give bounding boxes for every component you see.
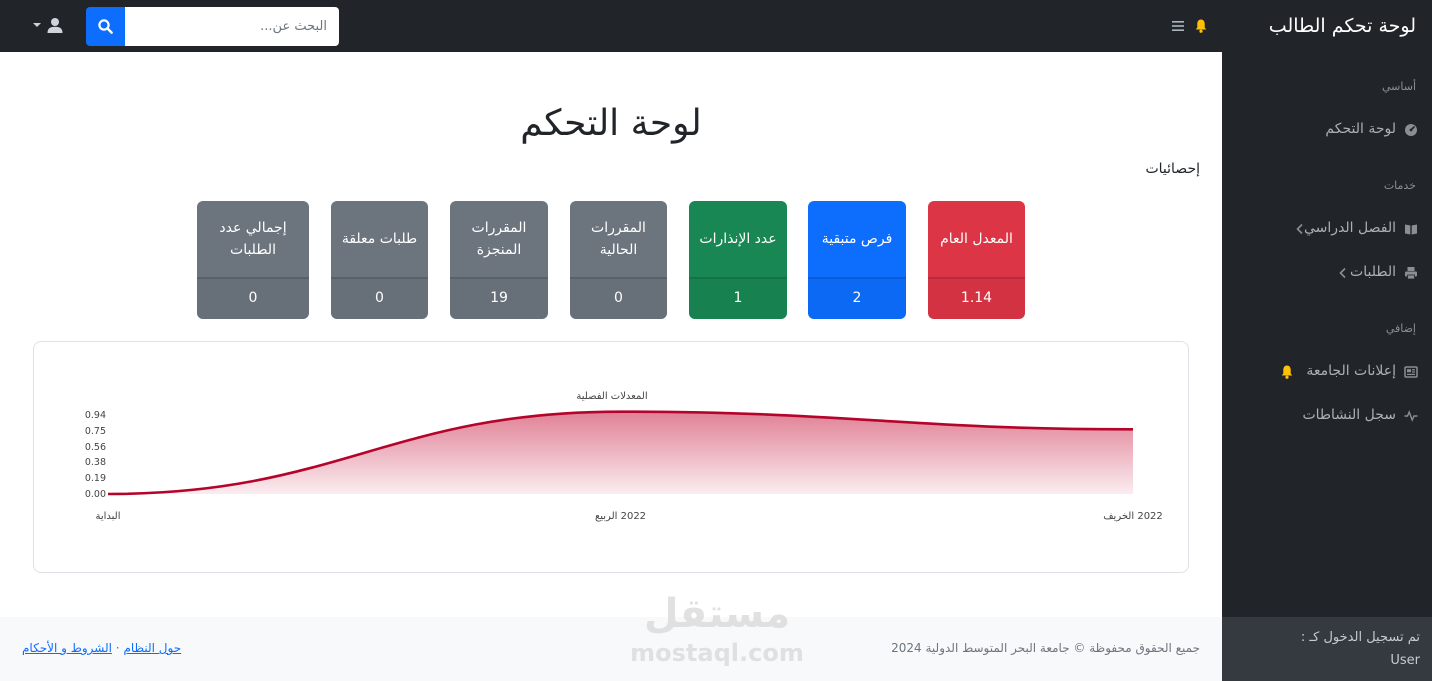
x-tick-label: البداية [95, 511, 120, 522]
search-input[interactable] [125, 7, 339, 46]
search-button[interactable] [86, 7, 125, 46]
chart-area-fill [108, 411, 1133, 494]
sidebar-item-requests[interactable]: الطلبات [1222, 255, 1432, 291]
sidebar-heading-core: أساسي [1381, 80, 1416, 93]
sidebar-item-label: الفصل الدراسي [1304, 220, 1396, 236]
sidebar-item-semester[interactable]: الفصل الدراسي [1222, 211, 1432, 247]
watermark-domain: mostaql.com [630, 639, 804, 667]
stat-card-value: 0 [197, 277, 309, 319]
user-icon [47, 18, 63, 33]
stat-card-title: طلبات معلقة [341, 231, 418, 247]
y-tick-label: 0.56 [85, 442, 106, 453]
page-title: لوحة التحكم [520, 103, 702, 144]
chevron-left-icon [1339, 267, 1346, 279]
stat-card-total-requests[interactable]: إجمالي عدد الطلبات 0 [197, 201, 309, 319]
stat-card-value: 1.14 [928, 277, 1025, 319]
y-tick-label: 0.19 [85, 473, 106, 484]
gpa-chart-card: المعدلات الفصلية 0.94 0.75 0.56 0.38 0.19 0.0… [33, 341, 1189, 573]
stat-card-gpa[interactable]: المعدل العام 1.14 [928, 201, 1025, 319]
stat-card-completed-courses[interactable]: المقررات المنجزة 19 [450, 201, 548, 319]
chevron-left-icon [1296, 223, 1303, 235]
sidebar: أساسي لوحة التحكم خدمات الفصل الدراسي ال… [1222, 52, 1432, 681]
activity-icon [1404, 410, 1418, 422]
stat-card-value: 2 [808, 277, 906, 319]
stat-card-pending-requests[interactable]: طلبات معلقة 0 [331, 201, 428, 319]
stat-card-value: 1 [689, 277, 787, 319]
book-icon [1405, 224, 1417, 235]
watermark-brand: مستقل [644, 591, 790, 637]
printer-icon [1405, 267, 1417, 280]
stat-card-value: 19 [450, 277, 548, 319]
about-system-link[interactable]: حول النظام [123, 641, 181, 655]
stat-card-title: المقررات المنجزة [471, 220, 527, 258]
search-icon [98, 19, 113, 34]
logged-in-label: تم تسجيل الدخول كـ : [1300, 630, 1420, 645]
mostaql-watermark: مستقل mostaql.com [630, 591, 804, 667]
stat-card-title: المعدل العام [940, 231, 1013, 247]
sidebar-item-label: الطلبات [1350, 264, 1396, 280]
footer-separator: · [115, 641, 120, 655]
stat-card-value: 0 [570, 277, 667, 319]
x-tick-label: 2022 الربيع [595, 511, 646, 522]
sidebar-toggle-icon[interactable] [1171, 19, 1185, 33]
user-menu[interactable] [30, 16, 70, 36]
newspaper-icon [1404, 366, 1418, 378]
sidebar-item-announcements[interactable]: إعلانات الجامعة [1222, 354, 1432, 390]
y-tick-label: 0.00 [85, 489, 106, 500]
brand-title[interactable]: لوحة تحكم الطالب [1269, 0, 1416, 52]
dashboard-icon [1405, 124, 1417, 136]
sidebar-footer: تم تسجيل الدخول كـ : User [1222, 617, 1432, 681]
y-tick-label: 0.38 [85, 457, 106, 468]
sidebar-item-label: لوحة التحكم [1325, 121, 1396, 137]
y-tick-label: 0.75 [85, 426, 106, 437]
y-tick-label: 0.94 [85, 410, 106, 421]
stat-card-remaining-chances[interactable]: فرص متبقية 2 [808, 201, 906, 319]
x-tick-label: 2022 الخريف [1103, 511, 1163, 522]
page-footer: جميع الحقوق محفوظة © جامعة البحر المتوسط… [0, 617, 1222, 681]
copyright-text: جميع الحقوق محفوظة © جامعة البحر المتوسط… [891, 641, 1200, 655]
stat-card-warnings[interactable]: عدد الإنذارات 1 [689, 201, 787, 319]
terms-link[interactable]: الشروط و الأحكام [22, 641, 112, 655]
top-navbar: لوحة تحكم الطالب [0, 0, 1432, 52]
footer-links: حول النظام · الشروط و الأحكام [22, 641, 181, 655]
bell-icon [1281, 365, 1293, 379]
stat-card-title: إجمالي عدد الطلبات [219, 220, 287, 258]
stat-card-value: 0 [331, 277, 428, 319]
caret-down-icon [33, 23, 41, 27]
stat-card-title: المقررات الحالية [591, 220, 646, 258]
logged-in-user: User [1390, 653, 1420, 668]
chart-title: المعدلات الفصلية [576, 391, 647, 402]
stat-card-current-courses[interactable]: المقررات الحالية 0 [570, 201, 667, 319]
sidebar-item-label: سجل النشاطات [1302, 407, 1396, 423]
sidebar-item-dashboard[interactable]: لوحة التحكم [1222, 112, 1432, 148]
stat-card-title: فرص متبقية [821, 231, 893, 247]
stat-card-title: عدد الإنذارات [699, 231, 777, 247]
sidebar-item-activity-log[interactable]: سجل النشاطات [1222, 398, 1432, 434]
sidebar-heading-services: خدمات [1383, 179, 1416, 192]
sidebar-item-label: إعلانات الجامعة [1306, 363, 1396, 379]
stats-heading: إحصائيات [1145, 161, 1200, 177]
search-form [86, 7, 339, 46]
gpa-area-chart: المعدلات الفصلية 0.94 0.75 0.56 0.38 0.19 0.0… [85, 391, 1163, 522]
bell-icon[interactable] [1195, 19, 1207, 33]
sidebar-heading-extra: إضافي [1385, 322, 1416, 335]
